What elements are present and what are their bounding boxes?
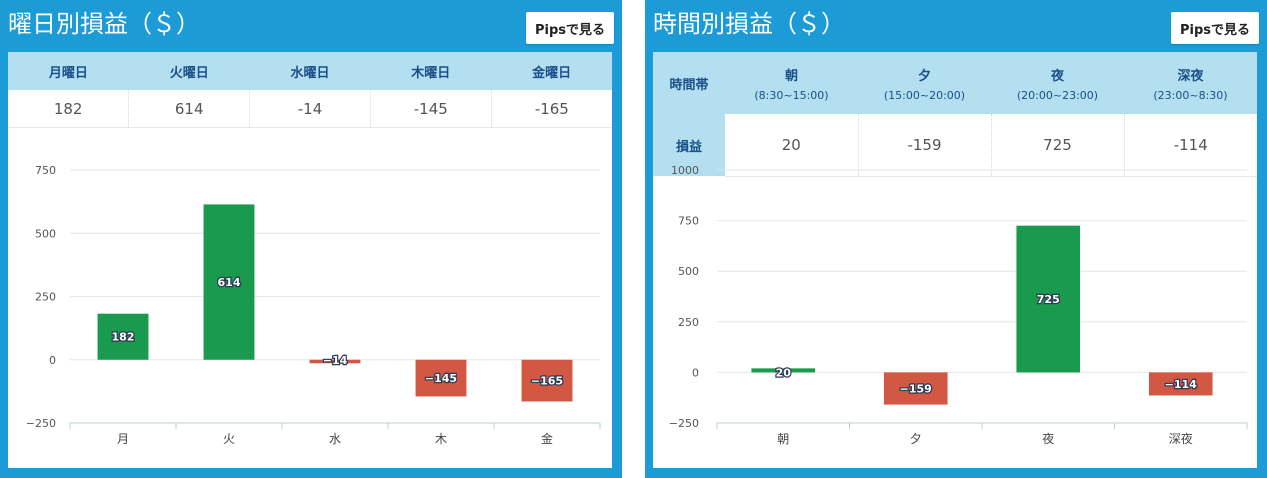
weekday-pl-title: 曜日別損益（＄） [8,10,200,38]
weekday-value-thu: -145 [370,90,492,128]
weekday-summary-table: 月曜日 火曜日 水曜日 木曜日 金曜日 182 614 -14 -145 -16… [8,52,612,128]
weekday-pips-button[interactable]: Pipsで見る [526,12,614,44]
x-tick-label: 夕 [910,432,922,446]
x-tick-label: 夜 [1042,431,1054,446]
time-header-evening: 夕 (15:00~20:00) [858,52,991,114]
weekday-value-tue: 614 [128,90,251,128]
time-pl-title: 時間別損益（＄） [653,10,845,38]
weekday-content: 月曜日 火曜日 水曜日 木曜日 金曜日 182 614 -14 -145 -16… [8,52,612,468]
y-tick-label: 1000 [671,164,699,177]
x-tick-label: 火 [223,432,235,446]
time-pips-button[interactable]: Pipsで見る [1171,12,1259,44]
y-tick-label: −250 [26,417,56,430]
weekday-value-mon: 182 [8,90,130,128]
time-header-label: 夕 [917,68,931,84]
time-header-range: (15:00~20:00) [883,88,966,102]
time-header-range: (23:00~8:30) [1153,88,1228,102]
data-label: −14 [323,354,348,367]
time-header-label: 朝 [784,68,798,84]
data-label: 725 [1037,293,1060,306]
weekday-value-fri: -165 [491,90,612,128]
time-pl-panel: 時間別損益（＄） Pipsで見る 時間帯 朝 (8:30~15:00) 夕 (15:… [645,0,1267,478]
x-tick-label: 水 [329,432,341,446]
y-tick-label: 750 [678,215,699,228]
time-header-label: 夜 [1050,68,1064,84]
time-row-header-period: 時間帯 [653,52,725,114]
data-label: 614 [218,276,241,289]
x-tick-label: 金 [541,431,553,446]
data-label: 20 [776,366,792,379]
weekday-header-tue: 火曜日 [128,52,250,90]
weekday-bar-chart: −250 0 250 500 750 182 月 614 火 −14 水 −145 木 −165 金 [26,164,601,446]
time-bar-chart: −250 0 250 500 750 1000 20 朝 −159 夕 725 夜 −114 深夜 [669,164,1248,446]
data-label: 182 [112,331,135,344]
time-header-range: (8:30~15:00) [754,88,829,102]
y-tick-label: 500 [678,265,699,278]
data-label: −145 [425,372,457,385]
weekday-header-thu: 木曜日 [370,52,492,90]
x-tick-label: 月 [117,432,129,446]
y-tick-label: 750 [35,164,56,177]
x-tick-label: 朝 [777,432,789,446]
y-tick-label: 0 [692,366,699,379]
weekday-value-wed: -14 [249,90,371,128]
time-header-late-night: 深夜 (23:00~8:30) [1124,52,1257,114]
weekday-pl-panel: 曜日別損益（＄） Pipsで見る 月曜日 火曜日 水曜日 木曜日 金曜日 182… [0,0,622,478]
x-tick-label: 木 [435,432,447,446]
data-label: −165 [531,375,563,388]
y-tick-label: 250 [678,316,699,329]
weekday-header-mon: 月曜日 [8,52,129,90]
time-header-morning: 朝 (8:30~15:00) [725,52,858,114]
time-header-label: 深夜 [1177,68,1204,84]
time-header-night: 夜 (20:00~23:00) [991,52,1124,114]
y-tick-label: 250 [35,291,56,304]
weekday-header-fri: 金曜日 [491,52,612,90]
y-tick-label: 500 [35,227,56,240]
data-label: −114 [1165,378,1198,391]
data-label: −159 [900,382,932,395]
x-tick-label: 深夜 [1169,431,1193,446]
y-tick-label: −250 [669,417,699,430]
y-tick-label: 0 [49,354,56,367]
time-content: 時間帯 朝 (8:30~15:00) 夕 (15:00~20:00) 夜 (20:00… [653,52,1257,468]
weekday-header-wed: 水曜日 [249,52,371,90]
time-header-range: (20:00~23:00) [1016,88,1099,102]
